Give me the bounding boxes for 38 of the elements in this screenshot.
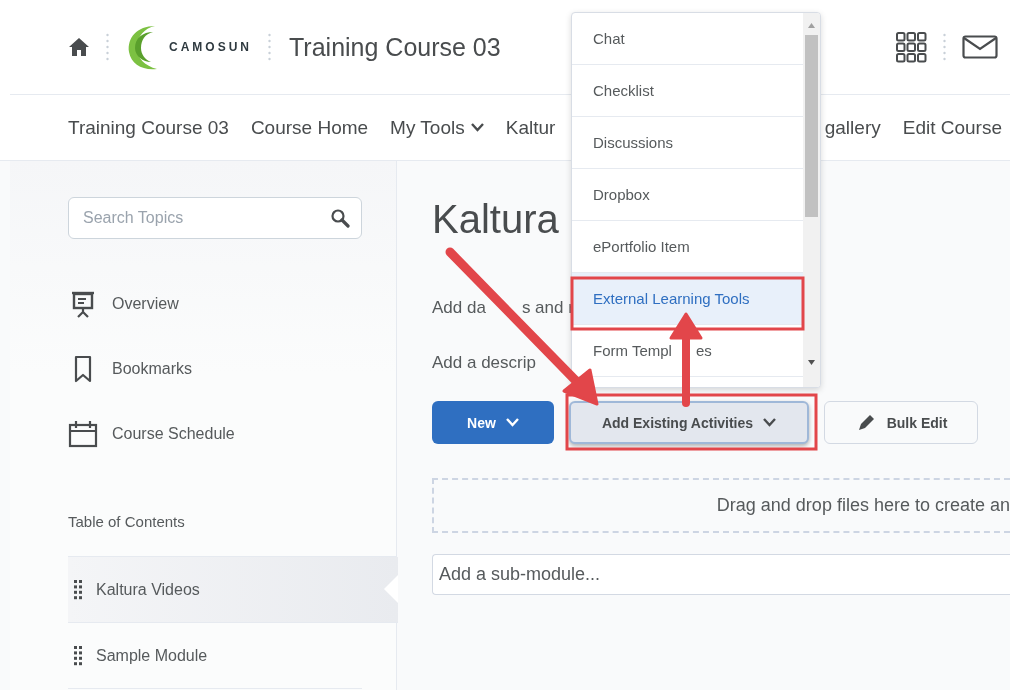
nav-link[interactable]: gallery <box>824 116 881 139</box>
divider <box>943 33 946 61</box>
menu-item[interactable]: External Learning Tools <box>572 273 803 325</box>
dates-prompt[interactable]: Add da <box>432 298 486 318</box>
scrollbar[interactable] <box>803 13 820 387</box>
nav-link[interactable]: Kaltur <box>505 116 556 139</box>
nav-link[interactable]: My Tools <box>390 116 484 139</box>
mail-icon[interactable] <box>962 35 998 59</box>
submodule-field[interactable]: Add a sub-module... <box>432 554 1010 595</box>
course-title: Training Course 03 <box>289 32 501 62</box>
bulk-edit-button[interactable]: Bulk Edit <box>824 401 978 444</box>
nav-link[interactable]: Course Home <box>250 116 369 139</box>
calendar-icon <box>68 418 98 449</box>
sidebar-link[interactable]: Bookmarks <box>112 359 193 378</box>
sidebar-link[interactable]: Overview <box>112 294 179 313</box>
search-field[interactable]: Search Topics <box>68 197 362 239</box>
description-prompt[interactable]: Add a descrip <box>432 353 536 373</box>
logo[interactable]: CAMOSUN <box>125 22 252 72</box>
search-icon[interactable] <box>330 208 350 228</box>
section-heading: Table of Contents <box>68 512 186 532</box>
divider <box>268 33 271 61</box>
toc-item[interactable]: Kaltura Videos <box>68 557 398 623</box>
drag-handle-icon[interactable] <box>74 645 82 666</box>
drag-handle-icon[interactable] <box>74 579 82 600</box>
drop-zone[interactable]: Drag and drop files here to create an <box>432 478 1010 533</box>
new-button[interactable]: New <box>432 401 554 444</box>
sidebar-link[interactable]: Course Schedule <box>112 424 235 443</box>
chevron-down-icon <box>505 418 519 427</box>
drop-zone-text: Drag and drop files here to create an <box>716 495 1010 516</box>
divider <box>106 33 109 61</box>
nav-link[interactable]: Edit Course <box>902 116 1002 139</box>
add-activities-button[interactable]: Add Existing Activities <box>569 401 809 444</box>
toc-item[interactable]: Sample Module <box>68 623 362 689</box>
home-icon[interactable] <box>68 37 90 57</box>
chevron-down-icon <box>763 418 777 427</box>
nav-link[interactable]: Training Course 03 <box>68 116 229 139</box>
apps-grid-icon[interactable] <box>895 31 927 63</box>
page-title: Kaltura <box>432 197 559 243</box>
